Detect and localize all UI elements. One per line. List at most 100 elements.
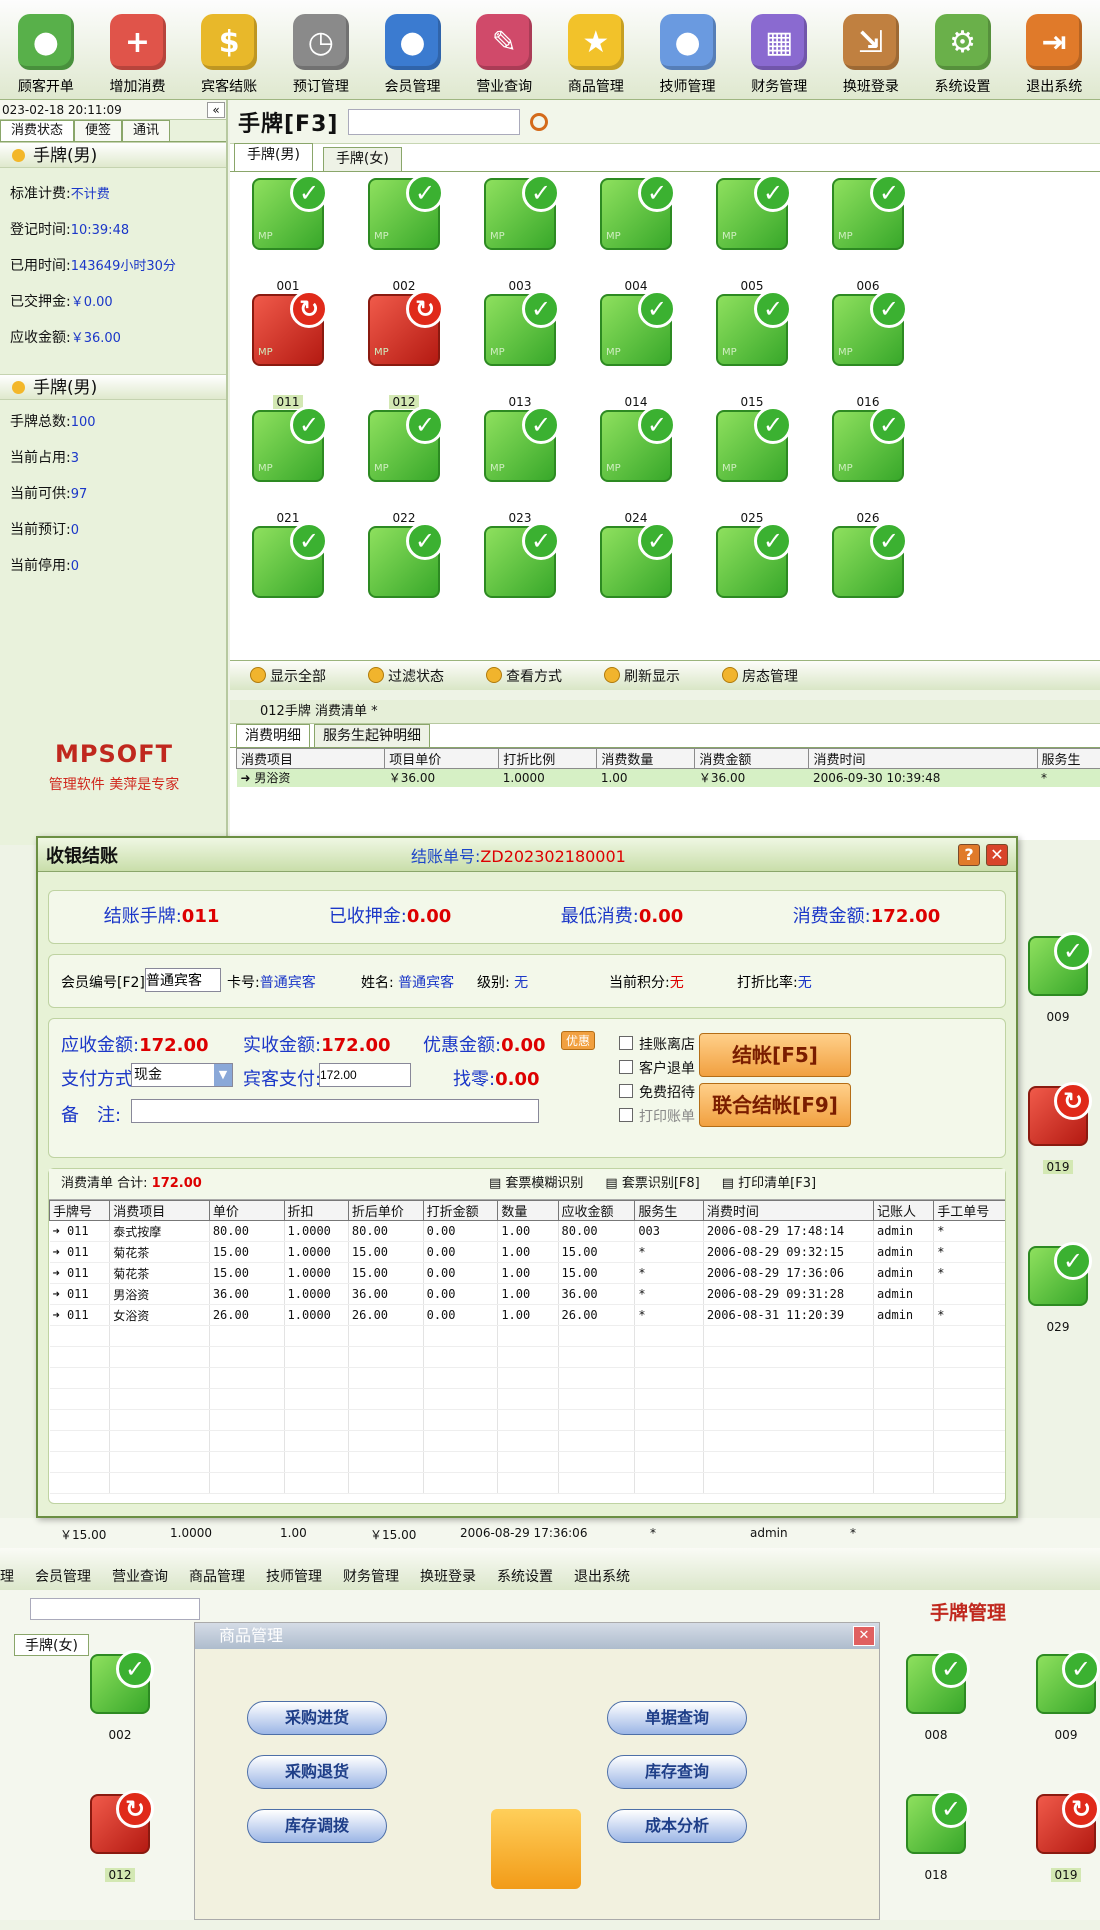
tab-female[interactable]: 手牌(女) [323,147,402,171]
list-action-2[interactable]: ▤ 打印清单[F3] [722,1176,816,1191]
toolbar-button-4[interactable]: ●会员管理 [367,0,459,100]
tag-card[interactable]: ↻019 [1030,1788,1100,1930]
column-header[interactable]: 消费时间 [703,1201,873,1221]
table-row[interactable]: ➜ 男浴资￥36.001.00001.00￥36.002006-09-30 10… [237,769,1100,787]
youhui-button[interactable]: 优惠 [561,1031,595,1050]
column-header[interactable]: 单价 [209,1201,284,1221]
bg-toolbar-item[interactable]: 会员管理 [35,1566,91,1586]
option-checkbox-0[interactable]: 挂账离店 [619,1033,695,1057]
column-header[interactable]: 应收金额 [558,1201,635,1221]
tag-card[interactable]: ↻019 [1018,1080,1098,1222]
column-header[interactable]: 手工单号 [934,1201,1005,1221]
tab-male[interactable]: 手牌(男) [234,143,313,171]
tag-card[interactable]: ✓029 [1018,1240,1098,1382]
section-current-tag[interactable]: 手牌(男) [0,142,226,168]
tag-card[interactable]: ✓ [578,520,694,660]
tab-service-detail[interactable]: 服务生起钟明细 [314,724,430,747]
tag-card[interactable]: ✓ [230,520,346,660]
tag-search-input[interactable] [348,109,520,135]
bg-toolbar-item[interactable]: 商品管理 [189,1566,245,1586]
column-header[interactable]: 消费数量 [597,749,695,769]
toolbar-button-3[interactable]: ◷预订管理 [275,0,367,100]
action-0[interactable]: 显示全部 [250,666,326,686]
bg-toolbar-item[interactable]: 换班登录 [420,1566,476,1586]
action-3[interactable]: 刷新显示 [604,666,680,686]
table-row[interactable]: ➜ 011女浴资26.001.000026.000.001.0026.00*20… [50,1305,1006,1326]
option-checkbox-2[interactable]: 免费招待 [619,1081,695,1105]
column-header[interactable]: 消费金额 [695,749,809,769]
option-checkbox-3[interactable]: 打印账单 [619,1105,695,1129]
toolbar-button-8[interactable]: ▦财务管理 [733,0,825,100]
column-header[interactable]: 消费项目 [110,1201,210,1221]
table-row[interactable] [50,1347,1006,1368]
tag-card[interactable]: ✓002 [84,1648,156,1790]
guest-pay-input[interactable] [319,1063,411,1087]
table-row[interactable]: ➜ 011男浴资36.001.000036.000.001.0036.00*20… [50,1284,1006,1305]
column-header[interactable]: 折扣 [284,1201,348,1221]
help-icon[interactable]: ? [958,844,980,866]
table-row[interactable]: ➜ 011泰式按摩80.001.000080.000.001.0080.0000… [50,1221,1006,1242]
goods-right-button-2[interactable]: 成本分析 [607,1809,747,1843]
goods-left-button-1[interactable]: 采购退货 [247,1755,387,1789]
tag-card[interactable]: ✓ [694,520,810,660]
table-row[interactable] [50,1473,1006,1494]
tab-notes[interactable]: 便签 [74,120,122,141]
tab-female-bg[interactable]: 手牌(女) [14,1634,89,1656]
column-header[interactable]: 折后单价 [348,1201,423,1221]
table-row[interactable]: ➜ 011菊花茶15.001.000015.000.001.0015.00*20… [50,1242,1006,1263]
toolbar-button-2[interactable]: $宾客结账 [183,0,275,100]
tab-consume-detail[interactable]: 消费明细 [236,724,310,747]
search-icon[interactable] [530,113,548,131]
action-2[interactable]: 查看方式 [486,666,562,686]
bg-toolbar-item[interactable]: 营业查询 [112,1566,168,1586]
toolbar-button-9[interactable]: ⇲换班登录 [825,0,917,100]
column-header[interactable]: 打折金额 [423,1201,498,1221]
column-header[interactable]: 服务生 [1037,749,1100,769]
bg-toolbar-item[interactable]: 系统设置 [497,1566,553,1586]
tag-card[interactable]: ✓009 [1018,930,1098,1072]
action-1[interactable]: 过滤状态 [368,666,444,686]
column-header[interactable]: 项目单价 [385,749,499,769]
toolbar-button-11[interactable]: ⇥退出系统 [1008,0,1100,100]
background-search-input[interactable] [30,1598,200,1620]
table-row[interactable] [50,1368,1006,1389]
column-header[interactable]: 打折比例 [499,749,597,769]
column-header[interactable]: 消费项目 [237,749,385,769]
column-header[interactable]: 数量 [498,1201,558,1221]
table-row[interactable] [50,1410,1006,1431]
table-row[interactable] [50,1389,1006,1410]
toolbar-button-10[interactable]: ⚙系统设置 [917,0,1009,100]
close-icon[interactable]: ✕ [853,1626,875,1646]
toolbar-button-5[interactable]: ✎营业查询 [458,0,550,100]
column-header[interactable]: 记账人 [874,1201,934,1221]
bg-toolbar-item[interactable]: 退出系统 [574,1566,630,1586]
joint-checkout-button[interactable]: 联合结帐[F9] [699,1083,851,1127]
column-header[interactable]: 消费时间 [809,749,1037,769]
tab-consume-status[interactable]: 消费状态 [0,120,74,141]
option-checkbox-1[interactable]: 客户退单 [619,1057,695,1081]
table-row[interactable]: ➜ 011菊花茶15.001.000015.000.001.0015.00*20… [50,1263,1006,1284]
goods-left-button-2[interactable]: 库存调拨 [247,1809,387,1843]
toolbar-button-7[interactable]: ●技师管理 [642,0,734,100]
close-icon[interactable]: ✕ [986,844,1008,866]
toolbar-button-1[interactable]: +增加消费 [92,0,184,100]
tag-card[interactable]: ✓ [346,520,462,660]
tab-comm[interactable]: 通讯 [122,120,170,141]
goods-right-button-1[interactable]: 库存查询 [607,1755,747,1789]
note-input[interactable] [131,1099,539,1123]
tag-card[interactable]: ✓009 [1030,1648,1100,1790]
tag-card[interactable]: ↻012 [84,1788,156,1930]
column-header[interactable]: 手牌号 [50,1201,110,1221]
table-row[interactable] [50,1326,1006,1347]
bg-toolbar-item[interactable]: 财务管理 [343,1566,399,1586]
collapse-icon[interactable]: « [207,102,225,118]
bg-toolbar-item[interactable]: 理 [0,1566,14,1586]
toolbar-button-0[interactable]: ●顾客开单 [0,0,92,100]
list-action-1[interactable]: ▤ 套票识别[F8] [605,1176,699,1191]
tag-card[interactable]: ✓008 [900,1648,972,1790]
bg-toolbar-item[interactable]: 技师管理 [266,1566,322,1586]
goods-right-button-0[interactable]: 单据查询 [607,1701,747,1735]
tag-card[interactable]: ✓ [462,520,578,660]
section-tag-summary[interactable]: 手牌(男) [0,374,226,400]
table-row[interactable] [50,1431,1006,1452]
